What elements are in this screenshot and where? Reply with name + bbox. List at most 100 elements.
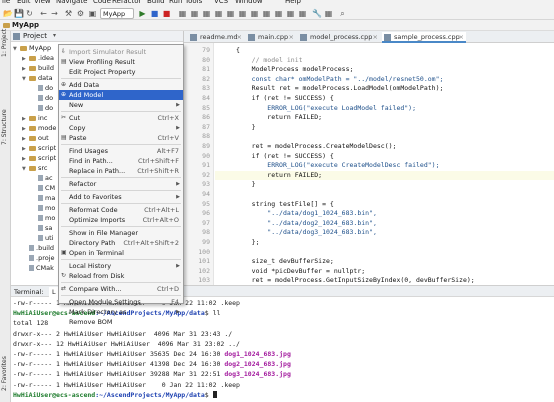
tree-folder[interactable]: ▼ data — [22, 73, 53, 83]
menu-view[interactable]: View — [34, 0, 51, 5]
sync-icon[interactable]: ↻ — [25, 9, 34, 18]
hammer-icon[interactable]: ⚙ — [76, 9, 85, 18]
tree-folder[interactable]: ▶ script — [22, 153, 56, 163]
menu-item-show-in-file-manager[interactable]: Show in File Manager — [59, 228, 183, 238]
run-configuration-select[interactable]: MyApp — [100, 8, 134, 19]
tool-icon-11[interactable]: ▦ — [298, 9, 307, 18]
chevron-down-icon[interactable]: ▼ — [13, 44, 20, 54]
menu-window[interactable]: Window — [235, 0, 263, 5]
tree-folder[interactable]: ▶ out — [22, 133, 49, 143]
menu-help[interactable]: Help — [285, 0, 301, 5]
menu-item-paste[interactable]: ▤ Paste Ctrl+V — [59, 133, 183, 143]
menu-item-copy[interactable]: Copy ▶ — [59, 123, 183, 133]
tree-folder[interactable]: ▶ inc — [22, 113, 48, 123]
tool-icon-7[interactable]: ▦ — [250, 9, 259, 18]
tool-icon-5[interactable]: ▦ — [226, 9, 235, 18]
tree-folder[interactable]: ▶ script — [22, 143, 56, 153]
tree-file[interactable]: ac — [31, 173, 53, 183]
save-icon[interactable]: 💾 — [14, 9, 24, 18]
tree-file[interactable]: do — [31, 83, 53, 93]
tab-sample-process-cpp[interactable]: sample_process.cpp × — [382, 32, 466, 43]
menu-item-local-history[interactable]: Local History ▶ — [59, 261, 183, 271]
chevron-down-icon[interactable]: ▼ — [22, 74, 29, 84]
menu-item-import-simulator-result[interactable]: ⇩ Import Simulator Result — [59, 47, 183, 57]
chevron-down-icon[interactable]: ▼ — [22, 164, 29, 174]
forward-icon[interactable]: → — [50, 9, 59, 18]
menu-item-add-to-favorites[interactable]: Add to Favorites ▶ — [59, 192, 183, 202]
menu-item-find-usages[interactable]: Find Usages Alt+F7 — [59, 146, 183, 156]
tool-icon-4[interactable]: ▦ — [214, 9, 223, 18]
tree-file[interactable]: mo — [31, 203, 55, 213]
tree-file[interactable]: CMak — [22, 263, 54, 273]
config-icon[interactable]: ▣ — [88, 9, 97, 18]
menu-item-new[interactable]: New ▶ — [59, 100, 183, 110]
menu-item-reformat-code[interactable]: Reformat Code Ctrl+Alt+L — [59, 205, 183, 215]
tree-file[interactable]: ma — [31, 193, 55, 203]
close-icon[interactable]: × — [289, 32, 294, 43]
menu-item-reload-from-disk[interactable]: ↻ Reload from Disk — [59, 271, 183, 281]
tool-icon-2[interactable]: ▦ — [190, 9, 199, 18]
wrench-icon[interactable]: 🔧 — [312, 9, 322, 18]
menu-edit[interactable]: Edit — [17, 0, 31, 5]
menu-code[interactable]: Code — [93, 0, 111, 5]
menu-item-edit-project-property[interactable]: Edit Project Property — [59, 67, 183, 77]
tree-file[interactable]: sa — [31, 223, 52, 233]
project-title[interactable]: MyApp — [3, 21, 39, 29]
menu-item-cut[interactable]: ✂ Cut Ctrl+X — [59, 113, 183, 123]
search-icon[interactable]: ⌕ — [338, 9, 347, 18]
menu-refactor[interactable]: Refactor — [112, 0, 141, 5]
menu-item-optimize-imports[interactable]: Optimize Imports Ctrl+Alt+O — [59, 215, 183, 225]
tree-folder[interactable]: ▼ src — [22, 163, 48, 173]
tool-icon-1[interactable]: ▦ — [178, 9, 187, 18]
menu-item-compare-with[interactable]: ⇄ Compare With... Ctrl+D — [59, 284, 183, 294]
tree-file[interactable]: CM — [31, 183, 55, 193]
open-folder-icon[interactable]: 📂 — [3, 9, 13, 18]
tree-file[interactable]: do — [31, 93, 53, 103]
close-icon[interactable]: × — [237, 32, 242, 43]
build-icon[interactable]: ⚒ — [64, 9, 73, 18]
tree-folder[interactable]: ▶ build — [22, 63, 54, 73]
tab-readme-md[interactable]: readme.md × — [188, 32, 244, 43]
close-icon[interactable]: × — [459, 32, 464, 43]
tab-main-cpp[interactable]: main.cpp × — [246, 32, 296, 43]
menu-build[interactable]: Build — [147, 0, 165, 5]
tree-file[interactable]: mo — [31, 213, 55, 223]
tree-file[interactable]: .proje — [22, 253, 55, 263]
menu-item-open-in-terminal[interactable]: ▣ Open in Terminal — [59, 248, 183, 258]
menu-item-open-module-settings[interactable]: Open Module Settings F4 — [59, 297, 183, 307]
menu-item-directory-path[interactable]: Directory Path Ctrl+Alt+Shift+2 — [59, 238, 183, 248]
tree-file[interactable]: .build — [22, 243, 54, 253]
menu-item-replace-in-path[interactable]: Replace in Path... Ctrl+Shift+R — [59, 166, 183, 176]
back-icon[interactable]: ← — [39, 9, 48, 18]
structure-tool-tab[interactable]: 7: Structure — [1, 109, 8, 145]
project-view-select[interactable]: Project — [23, 32, 47, 40]
tab-model-process-cpp[interactable]: model_process.cpp × — [298, 32, 380, 43]
menu-item-add-model[interactable]: ⊕ Add Model — [59, 90, 183, 100]
stop-icon[interactable]: ■ — [162, 9, 171, 18]
menu-ile[interactable]: ile — [2, 0, 10, 5]
menu-run[interactable]: Run — [169, 0, 182, 5]
tree-folder[interactable]: ▼ MyApp — [13, 43, 51, 53]
close-icon[interactable]: × — [373, 32, 378, 43]
tool-icon-8[interactable]: ▦ — [262, 9, 271, 18]
tool-icon-3[interactable]: ▦ — [202, 9, 211, 18]
tree-file[interactable]: do — [31, 103, 53, 113]
debug-icon[interactable]: ■ — [150, 9, 159, 18]
menu-tools[interactable]: Tools — [185, 0, 202, 5]
menu-navigate[interactable]: Navigate — [56, 0, 87, 5]
favorites-tool-tab[interactable]: 2: Favorites — [1, 356, 8, 391]
code-editor[interactable]: 79 80 81 82 83 84 85 86 87 88 89 90 91 92 93 94 95 96 97 98… — [184, 43, 554, 285]
tree-folder[interactable]: ▶ mode — [22, 123, 56, 133]
menu-item-refactor[interactable]: Refactor ▶ — [59, 179, 183, 189]
tool-icon-12[interactable]: ▦ — [324, 9, 333, 18]
menu-vcs[interactable]: VCS — [214, 0, 228, 5]
tool-icon-10[interactable]: ▦ — [286, 9, 295, 18]
tool-icon-6[interactable]: ▦ — [238, 9, 247, 18]
menu-item-add-data[interactable]: ⊕ Add Data — [59, 80, 183, 90]
menu-item-view-profiling-result[interactable]: ▤ View Profiling Result — [59, 57, 183, 67]
menu-item-find-in-path[interactable]: Find in Path... Ctrl+Shift+F — [59, 156, 183, 166]
run-icon[interactable]: ▶ — [138, 9, 147, 18]
chevron-down-icon[interactable]: ▾ — [53, 32, 56, 39]
tool-icon-9[interactable]: ▦ — [274, 9, 283, 18]
project-tool-tab[interactable]: 1: Project — [1, 29, 8, 57]
